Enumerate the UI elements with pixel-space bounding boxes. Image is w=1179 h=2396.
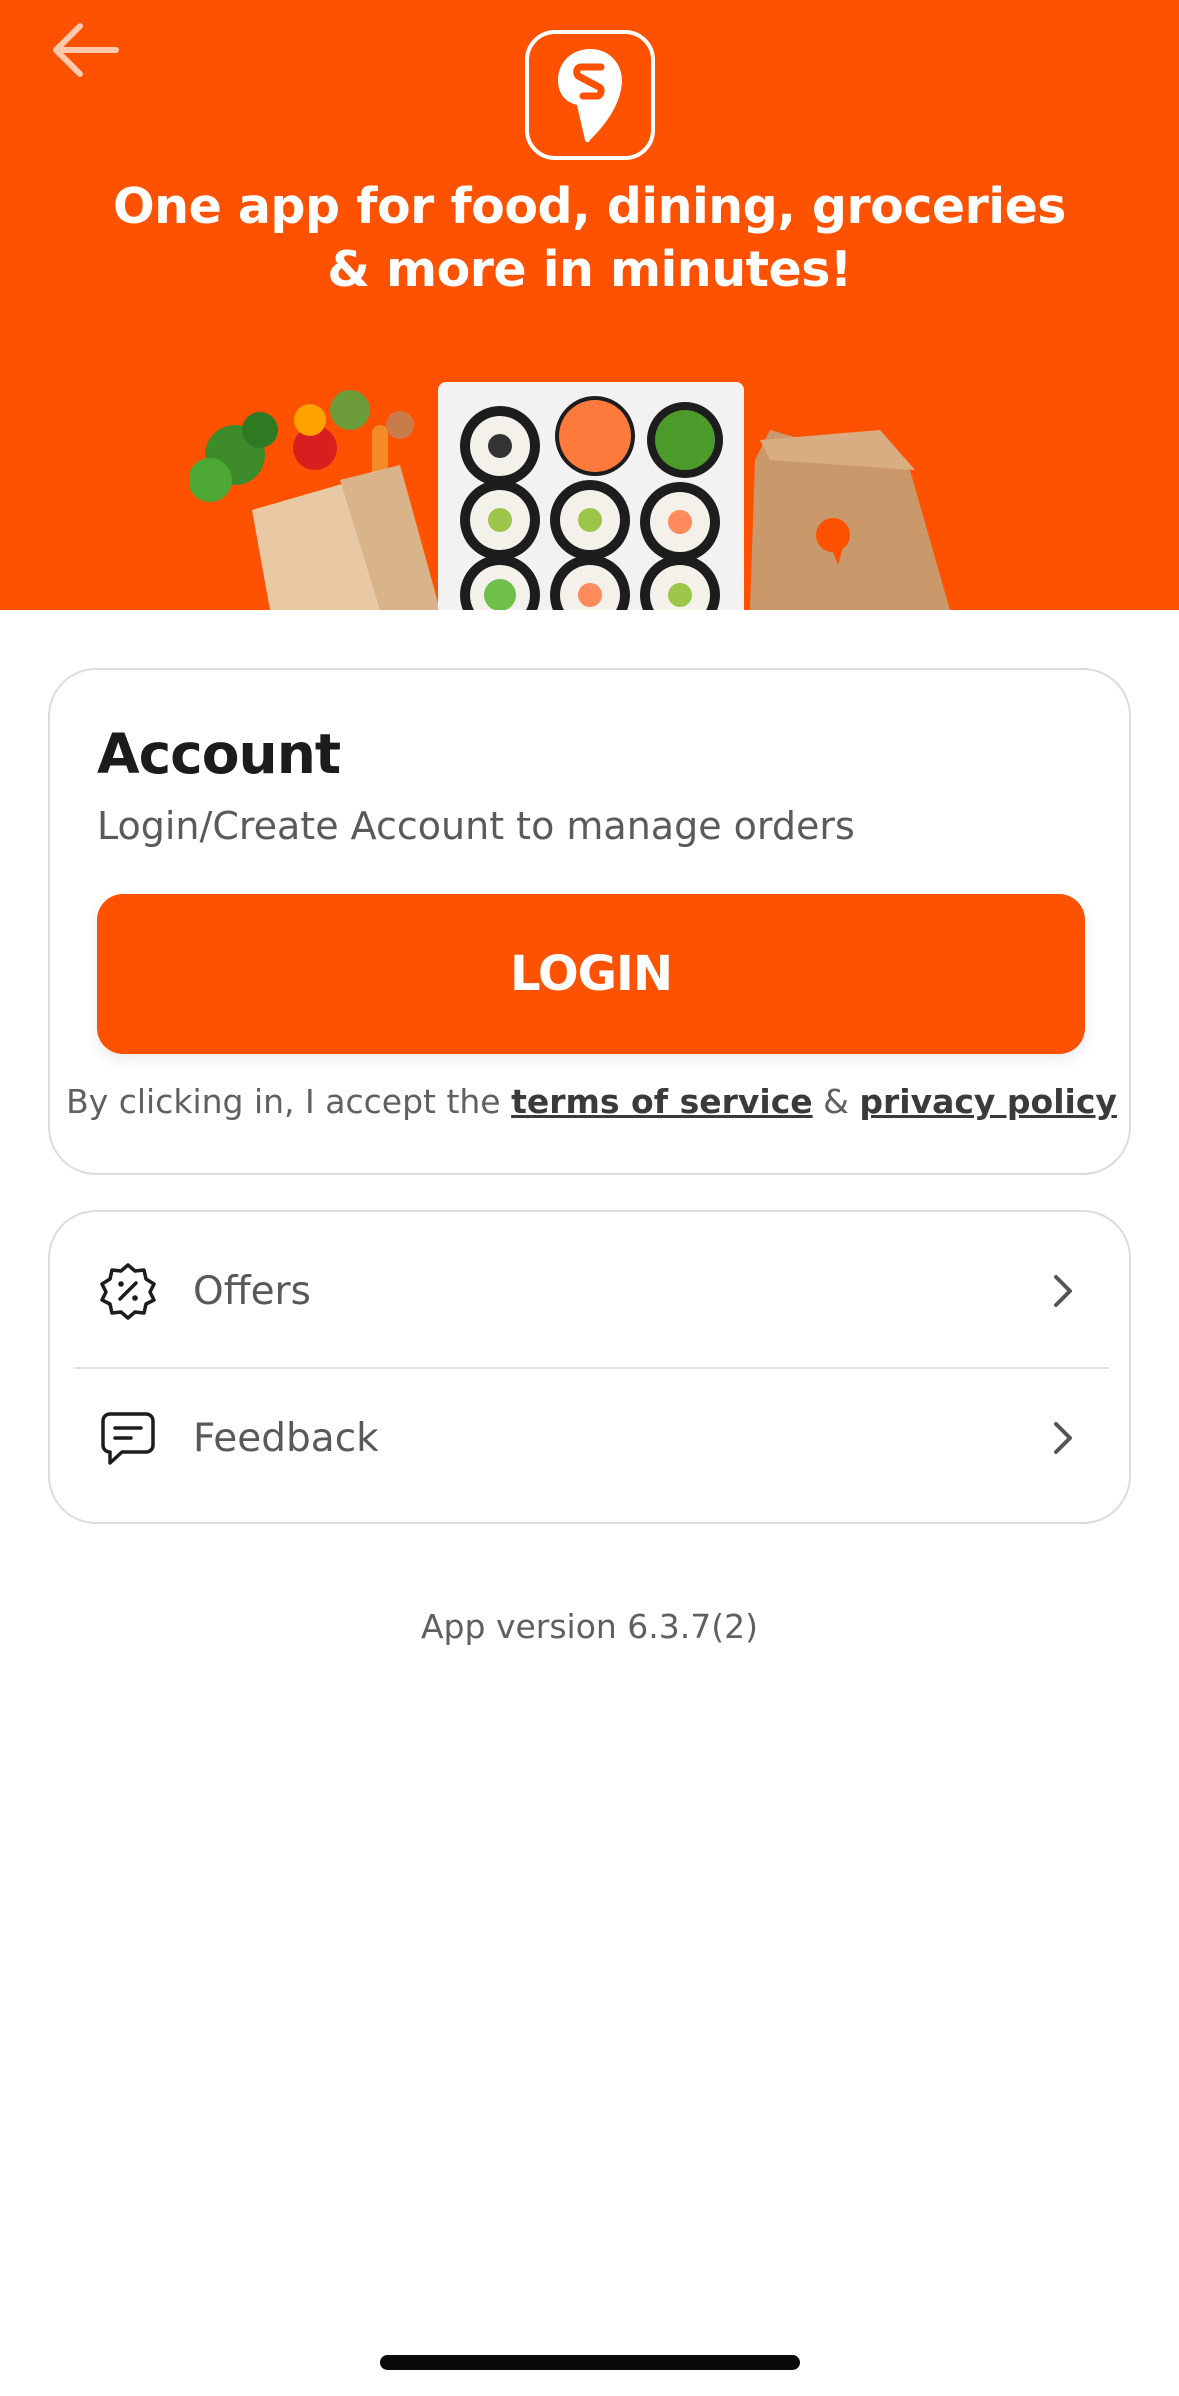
terms-text: By clicking in, I accept the terms of se… <box>50 1082 1133 1121</box>
app-logo <box>525 30 655 160</box>
swiggy-logo-icon <box>558 49 622 143</box>
account-subtitle: Login/Create Account to manage orders <box>97 804 855 848</box>
menu-item-label: Feedback <box>193 1415 379 1461</box>
chevron-right-icon <box>1043 1271 1083 1311</box>
app-version: App version 6.3.7(2) <box>420 1607 759 1646</box>
feedback-icon <box>98 1408 158 1468</box>
login-button[interactable]: LOGIN <box>97 894 1085 1054</box>
sushi-plate-image <box>438 382 744 610</box>
tagline: One app for food, dining, groceries & mo… <box>0 175 1179 301</box>
chevron-right-icon <box>1043 1418 1083 1458</box>
tagline-line-1: One app for food, dining, groceries <box>113 178 1066 235</box>
menu-card: Offers Feedback <box>48 1210 1131 1524</box>
terms-of-service-link[interactable]: terms of service <box>511 1082 813 1121</box>
account-card: Account Login/Create Account to manage o… <box>48 668 1131 1175</box>
menu-item-feedback[interactable]: Feedback <box>50 1365 1133 1511</box>
delivery-bag-image <box>750 430 950 610</box>
hero-banner: One app for food, dining, groceries & mo… <box>0 0 1179 610</box>
back-button[interactable] <box>40 10 130 90</box>
terms-and: & <box>823 1082 849 1121</box>
terms-prefix: By clicking in, I accept the <box>66 1082 501 1121</box>
account-title: Account <box>97 722 341 786</box>
privacy-policy-link[interactable]: privacy policy <box>859 1082 1117 1121</box>
food-illustration <box>190 382 950 610</box>
offer-badge-icon <box>98 1261 158 1321</box>
tagline-line-2: & more in minutes! <box>327 241 852 298</box>
menu-item-offers[interactable]: Offers <box>50 1218 1133 1364</box>
arrow-left-icon <box>53 23 119 77</box>
menu-item-label: Offers <box>193 1268 311 1314</box>
home-indicator[interactable] <box>380 2355 800 2370</box>
grocery-bag-image <box>190 390 440 610</box>
